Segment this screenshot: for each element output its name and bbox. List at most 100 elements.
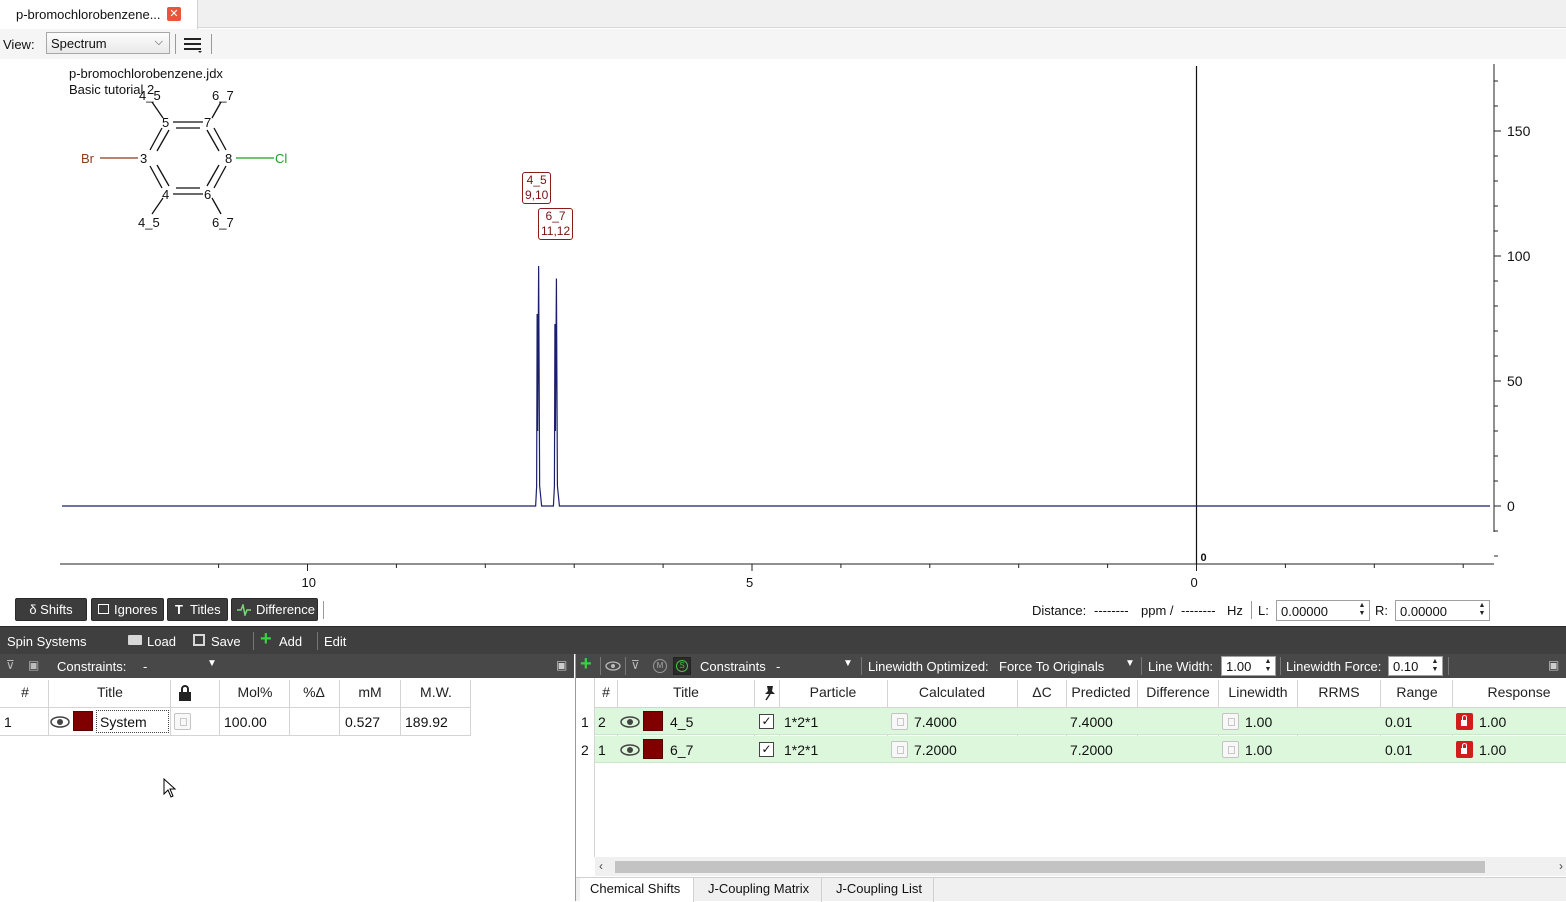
unlock-icon[interactable] (174, 713, 191, 730)
unlock-icon[interactable] (891, 713, 908, 730)
plus-icon[interactable]: + (580, 653, 592, 676)
filter-icon[interactable]: ⊽ (6, 658, 15, 672)
scrollbar-thumb[interactable] (615, 861, 1485, 873)
chemical-shifts-panel: + ⊽ M S Constraints - ▼ Linewidth Optimi… (575, 653, 1566, 902)
col-header-pct-delta[interactable]: %Δ (290, 684, 338, 700)
tab-chemical-shifts[interactable]: Chemical Shifts (580, 878, 694, 902)
eye-icon[interactable] (620, 715, 640, 729)
add-button[interactable]: + Add (260, 627, 314, 654)
atom-label-8: 8 (225, 151, 233, 166)
view-select[interactable]: Spectrum ⌵ (46, 32, 170, 54)
shift-response: 1.00 (1479, 742, 1507, 758)
col-header-range[interactable]: Range (1381, 684, 1453, 700)
tab-j-coupling-matrix[interactable]: J-Coupling Matrix (698, 878, 822, 902)
y-tick-label: 50 (1507, 373, 1523, 389)
system-title-cell[interactable]: System (96, 710, 169, 733)
difference-button[interactable]: Difference (231, 598, 318, 621)
constraints-label: Constraints: (57, 659, 127, 674)
atom-label-3: 3 (140, 151, 148, 166)
spectrum-plot[interactable]: 15010050010 5 00 (0, 62, 1566, 592)
linewidth-force-spinbox[interactable]: 0.10 ▲ ▼ (1388, 656, 1443, 676)
table-row[interactable]: 1 6_7 ✓ 1*2*1 7.2000 7.2000 1.00 0.01 1.… (595, 736, 1566, 763)
filter-icon[interactable]: ⊽ (631, 658, 640, 672)
peak-annotation-6-7[interactable]: 6_7 11,12 (538, 208, 574, 240)
linewidth-optimized-value[interactable]: Force To Originals (999, 659, 1104, 674)
dock-icon[interactable]: ▣ (1548, 658, 1559, 672)
save-button[interactable]: Save (193, 627, 243, 654)
col-header-mol[interactable]: Mol% (222, 684, 288, 700)
edit-menu-button[interactable]: Edit (324, 627, 354, 654)
constraints-value[interactable]: - (776, 659, 780, 674)
table-row[interactable]: 1 System 100.00 0.527 189.92 (0, 708, 471, 735)
col-header-num[interactable]: # (18, 684, 32, 700)
load-button[interactable]: Load (128, 627, 178, 654)
m-icon[interactable]: M (653, 659, 667, 673)
col-header-dc[interactable]: ΔC (1018, 684, 1066, 700)
ignores-button[interactable]: Ignores (91, 598, 164, 621)
col-header-title[interactable]: Title (636, 684, 736, 700)
l-spinbox[interactable]: 0.00000 ▲ ▼ (1276, 600, 1370, 621)
titles-button[interactable]: T Titles (167, 598, 228, 621)
lock-icon[interactable] (1456, 741, 1473, 758)
spectrum-view[interactable]: 150 100 50 0 10 5 0 0 p-bromochlorobenzene.jdx … (0, 62, 1566, 592)
spin-arrows-icon[interactable]: ▲ ▼ (1262, 658, 1274, 674)
chevron-left-icon[interactable]: ‹ (599, 859, 603, 873)
chevron-down-icon[interactable]: ▼ (1125, 658, 1135, 669)
spin-arrows-icon[interactable]: ▲ ▼ (1429, 658, 1441, 674)
shift-color-swatch[interactable] (643, 711, 663, 731)
unlock-icon[interactable] (1222, 713, 1239, 730)
eye-icon[interactable] (50, 715, 70, 729)
col-header-num[interactable]: # (597, 684, 615, 700)
document-tab[interactable]: p-bromochlorobenzene... ✕ (0, 0, 198, 29)
shift-particle: 1*2*1 (784, 714, 819, 730)
col-header-particle[interactable]: Particle (781, 684, 885, 700)
constraints-value[interactable]: - (143, 659, 147, 674)
col-header-rrms[interactable]: RRMS (1298, 684, 1380, 700)
table-row[interactable]: 2 4_5 ✓ 1*2*1 7.4000 7.4000 1.00 0.01 1.… (595, 708, 1566, 735)
col-header-difference[interactable]: Difference (1138, 684, 1218, 700)
columns-icon[interactable]: ▣ (28, 658, 39, 672)
chevron-right-icon[interactable]: › (1559, 859, 1563, 873)
shift-predicted: 7.4000 (1070, 714, 1113, 730)
peak-annotation-4-5[interactable]: 4_5 9,10 (522, 172, 552, 204)
s-icon[interactable]: S (673, 657, 691, 675)
line-width-spinbox[interactable]: 1.00 ▲ ▼ (1221, 656, 1276, 676)
eye-icon[interactable] (620, 743, 640, 757)
col-header-linewidth[interactable]: Linewidth (1219, 684, 1297, 700)
col-header-mm[interactable]: mM (340, 684, 400, 700)
close-icon[interactable]: ✕ (167, 7, 181, 21)
difference-label: Difference (256, 602, 316, 617)
col-header-predicted[interactable]: Predicted (1067, 684, 1135, 700)
row-header[interactable]: 2 (581, 742, 589, 758)
col-header-calculated[interactable]: Calculated (888, 684, 1016, 700)
r-spinbox[interactable]: 0.00000 ▲ ▼ (1395, 600, 1490, 621)
chevron-down-icon[interactable]: ▼ (207, 658, 217, 669)
spectrum-trace[interactable] (62, 265, 1490, 507)
spin-arrows-icon[interactable]: ▲ ▼ (1476, 602, 1488, 619)
spin-arrows-icon[interactable]: ▲ ▼ (1356, 602, 1368, 619)
col-header-mw[interactable]: M.W. (402, 684, 470, 700)
row-header[interactable]: 1 (581, 714, 589, 730)
unlock-icon[interactable] (891, 741, 908, 758)
lock-icon[interactable] (178, 685, 192, 701)
col-header-response[interactable]: Response (1454, 684, 1566, 700)
shift-color-swatch[interactable] (643, 739, 663, 759)
pin-checkbox[interactable]: ✓ (759, 714, 774, 729)
distance-hz: -------- (1181, 603, 1216, 618)
unlock-icon[interactable] (1222, 741, 1239, 758)
y-tick-label: 150 (1507, 123, 1531, 139)
text-icon: T (175, 602, 183, 617)
pin-checkbox[interactable]: ✓ (759, 742, 774, 757)
eye-icon[interactable] (605, 660, 621, 672)
system-color-swatch[interactable] (73, 711, 93, 731)
row-mm: 0.527 (345, 714, 381, 730)
pin-icon[interactable] (762, 685, 778, 701)
tab-j-coupling-list[interactable]: J-Coupling List (826, 878, 934, 902)
menu-icon[interactable] (183, 34, 203, 54)
lock-icon[interactable] (1456, 713, 1473, 730)
chevron-down-icon[interactable]: ▼ (843, 658, 853, 669)
shifts-button[interactable]: δ Shifts (15, 598, 87, 621)
horizontal-scrollbar[interactable]: ‹ › (595, 857, 1566, 876)
col-header-title[interactable]: Title (70, 684, 150, 700)
dock-icon[interactable]: ▣ (556, 658, 567, 672)
